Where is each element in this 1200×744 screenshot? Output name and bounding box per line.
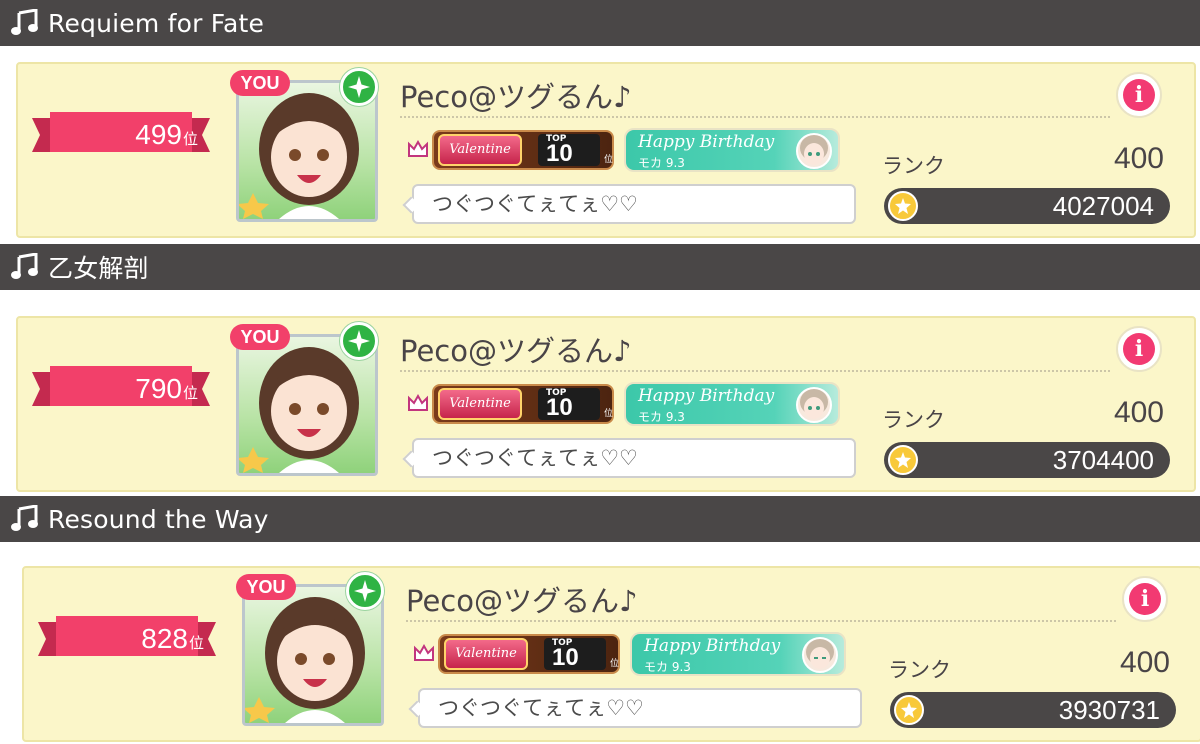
attribute-icon bbox=[340, 68, 378, 106]
comment-box: つぐつぐてぇてぇ♡♡ bbox=[408, 688, 862, 728]
score-bar: 3704400 bbox=[884, 442, 1170, 478]
comment-text: つぐつぐてぇてぇ♡♡ bbox=[432, 192, 638, 216]
speech-tail bbox=[402, 450, 420, 468]
score-coin-icon bbox=[894, 695, 924, 725]
birthday-title: Happy Birthday bbox=[644, 636, 781, 656]
player-rank: 400 bbox=[1113, 396, 1164, 429]
score-coin-icon bbox=[888, 445, 918, 475]
player-rank: 400 bbox=[1113, 142, 1164, 175]
valentine-badge: Valentine TOP 10 位 bbox=[414, 632, 620, 676]
top-value: 10 bbox=[552, 644, 579, 671]
rank-unit: 位 bbox=[182, 131, 198, 148]
ranking-card[interactable]: 499位 YOU Peco@ツグるん♪ i Valentine TOP 10 位… bbox=[16, 62, 1196, 238]
score-coin-icon bbox=[888, 191, 918, 221]
score-bar: 3930731 bbox=[890, 692, 1176, 728]
birthday-sub: モカ 9.3 bbox=[638, 410, 685, 424]
score-value: 3704400 bbox=[1052, 445, 1154, 475]
info-icon: i bbox=[1123, 79, 1155, 111]
speech-tail bbox=[402, 196, 420, 214]
top-unit: 位 bbox=[604, 155, 614, 165]
ranking-card[interactable]: 790位 YOU Peco@ツグるん♪ i Valentine TOP 10 位… bbox=[16, 316, 1196, 492]
valentine-logo: Valentine bbox=[438, 134, 522, 166]
rank-ribbon: 790位 bbox=[32, 364, 210, 414]
player-rank: 400 bbox=[1119, 646, 1170, 679]
rank-number: 790 bbox=[135, 373, 182, 404]
attribute-icon bbox=[340, 322, 378, 360]
character-face-icon bbox=[796, 387, 832, 423]
song-header: Resound the Way bbox=[0, 496, 1200, 542]
top-unit: 位 bbox=[604, 409, 614, 419]
song-header: Requiem for Fate bbox=[0, 0, 1200, 46]
valentine-logo: Valentine bbox=[438, 388, 522, 420]
rank-ribbon: 499位 bbox=[32, 110, 210, 160]
top-value: 10 bbox=[546, 394, 573, 421]
player-name: Peco@ツグるん♪ bbox=[400, 334, 632, 368]
rank-unit: 位 bbox=[188, 635, 204, 652]
info-icon: i bbox=[1123, 333, 1155, 365]
crown-icon bbox=[414, 644, 434, 661]
info-button[interactable]: i bbox=[1122, 576, 1168, 622]
rank-label: ランク bbox=[882, 154, 945, 178]
comment-box: つぐつぐてぇてぇ♡♡ bbox=[402, 438, 856, 478]
rank-ribbon: 828位 bbox=[38, 614, 216, 664]
birthday-badge: Happy Birthday モカ 9.3 bbox=[624, 128, 840, 172]
score-bar: 4027004 bbox=[884, 188, 1170, 224]
ranking-card[interactable]: 828位 YOU Peco@ツグるん♪ i Valentine TOP 10 位… bbox=[22, 566, 1200, 742]
comment-box: つぐつぐてぇてぇ♡♡ bbox=[402, 184, 856, 224]
music-note-icon bbox=[11, 253, 38, 279]
top-rank-box: TOP 10 bbox=[544, 638, 606, 671]
music-note-icon bbox=[11, 9, 38, 35]
top-value: 10 bbox=[546, 140, 573, 167]
score-value: 3930731 bbox=[1058, 695, 1160, 725]
divider bbox=[406, 620, 1116, 622]
rank-number: 499 bbox=[135, 119, 182, 150]
rank-label: ランク bbox=[888, 658, 951, 682]
crown-icon bbox=[408, 394, 428, 411]
top-rank-box: TOP 10 bbox=[538, 134, 600, 167]
character-face-icon bbox=[796, 133, 832, 169]
divider bbox=[400, 116, 1110, 118]
birthday-sub: モカ 9.3 bbox=[638, 156, 685, 170]
you-tag: YOU bbox=[230, 70, 290, 96]
song-title: Resound the Way bbox=[48, 504, 269, 534]
attribute-icon bbox=[346, 572, 384, 610]
top-rank-box: TOP 10 bbox=[538, 388, 600, 421]
rank-unit: 位 bbox=[182, 385, 198, 402]
character-face-icon bbox=[802, 637, 838, 673]
song-title: Requiem for Fate bbox=[48, 8, 265, 38]
score-value: 4027004 bbox=[1052, 191, 1154, 221]
comment-text: つぐつぐてぇてぇ♡♡ bbox=[438, 696, 644, 720]
comment-text: つぐつぐてぇてぇ♡♡ bbox=[432, 446, 638, 470]
rank-number: 828 bbox=[141, 623, 188, 654]
speech-tail bbox=[408, 700, 426, 718]
valentine-badge: Valentine TOP 10 位 bbox=[408, 128, 614, 172]
you-tag: YOU bbox=[236, 574, 296, 600]
divider bbox=[400, 370, 1110, 372]
top-unit: 位 bbox=[610, 659, 620, 669]
birthday-badge: Happy Birthday モカ 9.3 bbox=[630, 632, 846, 676]
music-note-icon bbox=[11, 505, 38, 531]
player-name: Peco@ツグるん♪ bbox=[400, 80, 632, 114]
birthday-title: Happy Birthday bbox=[638, 386, 775, 406]
player-name: Peco@ツグるん♪ bbox=[406, 584, 638, 618]
valentine-logo: Valentine bbox=[444, 638, 528, 670]
birthday-sub: モカ 9.3 bbox=[644, 660, 691, 674]
info-button[interactable]: i bbox=[1116, 326, 1162, 372]
rank-label: ランク bbox=[882, 408, 945, 432]
valentine-badge: Valentine TOP 10 位 bbox=[408, 382, 614, 426]
info-icon: i bbox=[1129, 583, 1161, 615]
song-title: 乙女解剖 bbox=[48, 254, 149, 283]
info-button[interactable]: i bbox=[1116, 72, 1162, 118]
song-header: 乙女解剖 bbox=[0, 244, 1200, 290]
birthday-title: Happy Birthday bbox=[638, 132, 775, 152]
crown-icon bbox=[408, 140, 428, 157]
birthday-badge: Happy Birthday モカ 9.3 bbox=[624, 382, 840, 426]
you-tag: YOU bbox=[230, 324, 290, 350]
